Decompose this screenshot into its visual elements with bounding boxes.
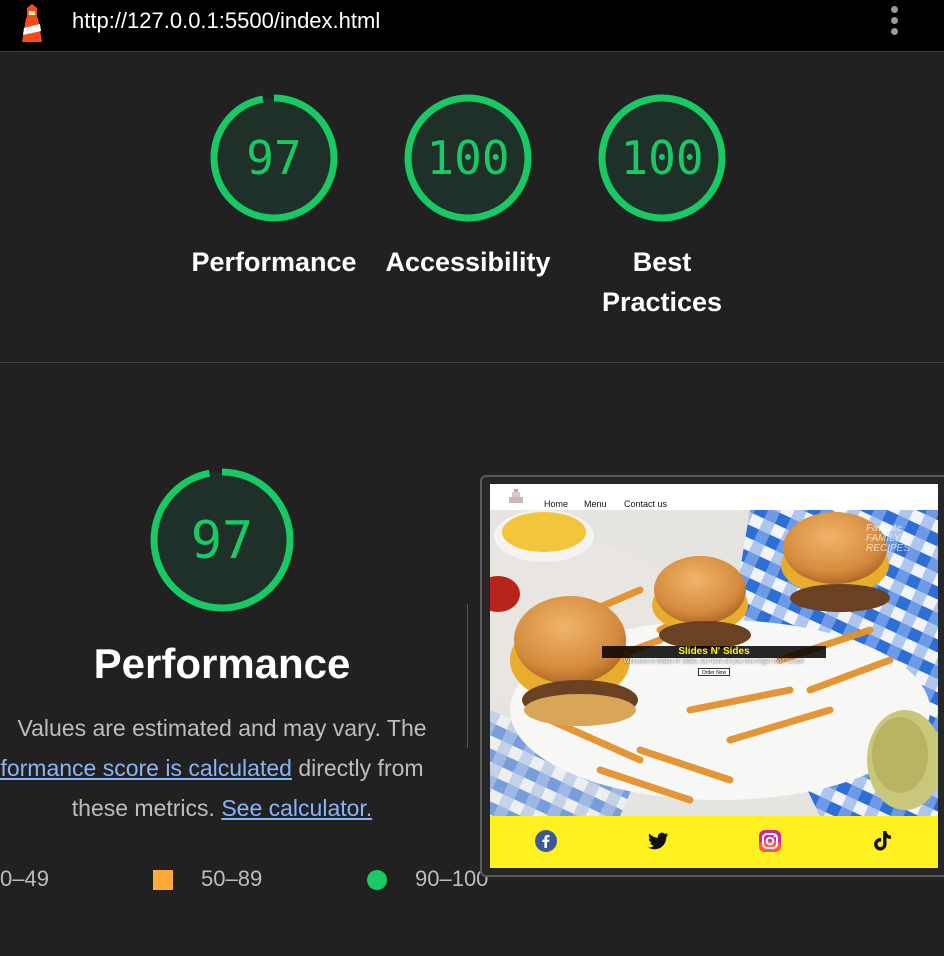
- legend-fail-range: 0–49: [0, 866, 49, 891]
- browser-toolbar: http://127.0.0.1:5500/index.html: [0, 0, 944, 52]
- performance-main-score: 97: [190, 511, 254, 571]
- legend-average-range: 50–89: [201, 866, 263, 891]
- performance-gauge[interactable]: 97: [209, 93, 339, 223]
- accessibility-gauge[interactable]: 100: [403, 93, 533, 223]
- site-logo-icon: [509, 489, 523, 503]
- description-line-3-text: these metrics.: [71, 795, 215, 821]
- facebook-icon[interactable]: [534, 829, 558, 853]
- site-nav-contact[interactable]: Contact us: [624, 499, 667, 509]
- accessibility-score: 100: [426, 131, 510, 185]
- hero-image: Favorite FAMILY RECIPES Slides N' Sides …: [490, 510, 938, 816]
- vertical-divider: [467, 604, 468, 748]
- description-line-2: erformance score is calculated directly …: [0, 748, 464, 788]
- legend-pass-marker: [367, 870, 387, 890]
- lighthouse-icon: [22, 4, 42, 42]
- performance-title: Performance: [93, 640, 351, 687]
- performance-main-gauge: 97: [149, 467, 295, 613]
- description-middle: directly from: [298, 755, 424, 781]
- site-navbar: Home Menu Contact us: [490, 484, 938, 510]
- see-calculator-link[interactable]: See calculator.: [221, 795, 372, 821]
- hero-welcome-text: Welcome to Slides N' Sides, we have all …: [623, 659, 805, 665]
- site-nav-home[interactable]: Home: [544, 499, 568, 509]
- description-line-1: Values are estimated and may vary. The: [17, 715, 427, 741]
- site-nav-menu[interactable]: Menu: [584, 499, 607, 509]
- order-now-button[interactable]: Order Now: [698, 668, 730, 676]
- performance-label: Performance: [191, 247, 357, 277]
- site-footer: [490, 816, 938, 868]
- best-practices-score: 100: [620, 131, 704, 185]
- accessibility-label: Accessibility: [385, 247, 551, 277]
- final-screenshot[interactable]: Home Menu Contact us Favorite FAMILY REC…: [490, 484, 938, 868]
- tiktok-icon[interactable]: [870, 829, 894, 853]
- best-practices-label: Best Practices: [601, 247, 723, 317]
- score-calculated-link[interactable]: erformance score is calculated: [0, 755, 292, 781]
- twitter-icon[interactable]: [646, 829, 670, 853]
- performance-score: 97: [246, 131, 302, 185]
- instagram-icon[interactable]: [758, 829, 782, 853]
- more-vert-icon[interactable]: [884, 4, 904, 40]
- section-divider: [0, 362, 944, 363]
- best-practices-gauge[interactable]: 100: [597, 93, 727, 223]
- hero-watermark: Favorite FAMILY RECIPES: [866, 523, 910, 554]
- performance-description: Values are estimated and may vary. The e…: [0, 708, 464, 828]
- legend-pass-range: 90–100: [415, 866, 489, 891]
- description-line-3: these metrics. See calculator.: [0, 788, 464, 828]
- hero-banner-title: Slides N' Sides: [602, 646, 826, 658]
- url-text[interactable]: http://127.0.0.1:5500/index.html: [72, 8, 380, 34]
- legend-average-marker: [153, 870, 173, 890]
